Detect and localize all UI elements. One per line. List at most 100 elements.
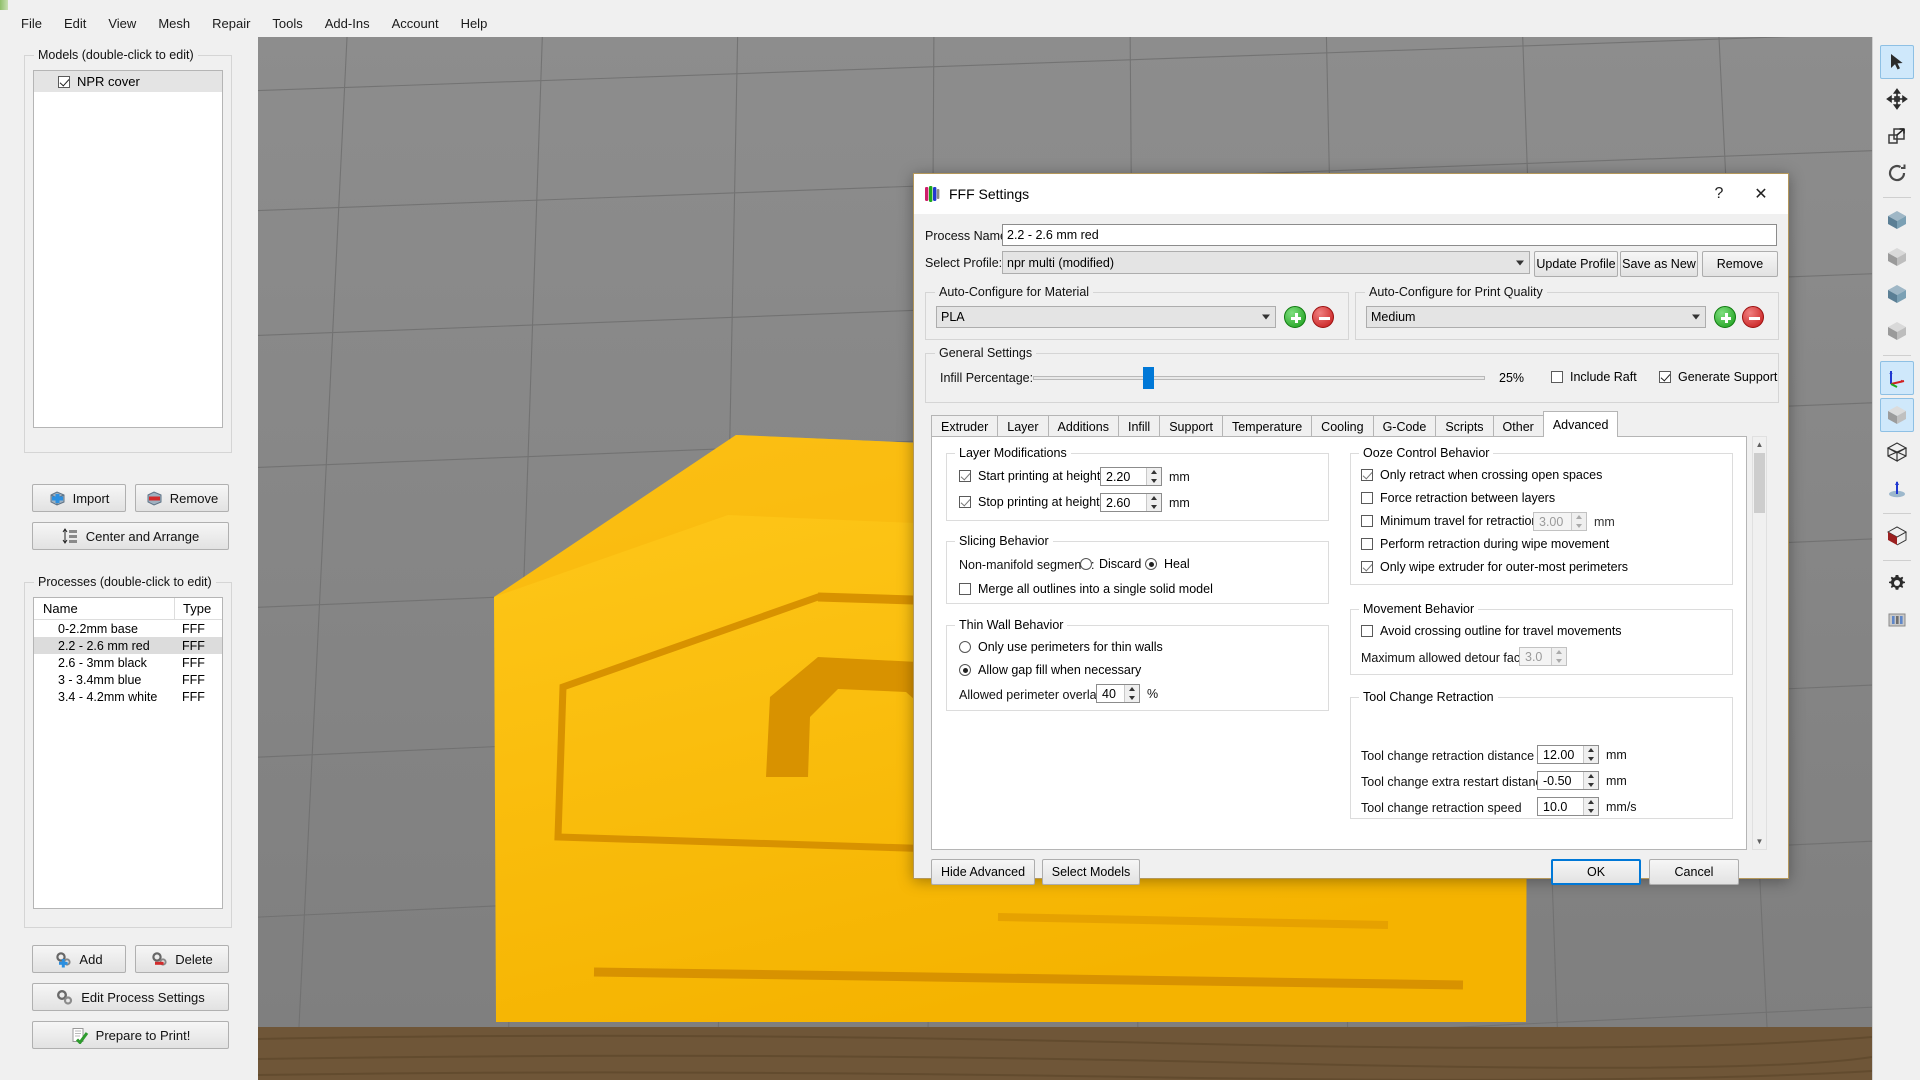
model-visibility-checkbox[interactable] bbox=[58, 76, 70, 88]
tab-other[interactable]: Other bbox=[1493, 415, 1544, 437]
cancel-button[interactable]: Cancel bbox=[1649, 859, 1739, 885]
stop-printing-height-spinner[interactable]: 2.60 bbox=[1100, 493, 1162, 512]
move-icon[interactable] bbox=[1880, 82, 1914, 116]
add-process-button[interactable]: Add bbox=[32, 945, 126, 973]
table-row[interactable]: 3 - 3.4mm blue FFF bbox=[34, 671, 222, 688]
tab-additions[interactable]: Additions bbox=[1048, 415, 1119, 437]
remove-model-button[interactable]: Remove bbox=[135, 484, 229, 512]
quality-combo[interactable]: Medium bbox=[1366, 306, 1706, 328]
perform-retraction-wipe-checkbox[interactable]: Perform retraction during wipe movement bbox=[1361, 537, 1609, 551]
nonmanifold-heal-radio[interactable]: Heal bbox=[1145, 557, 1190, 571]
spinner-arrows[interactable] bbox=[1583, 746, 1598, 763]
models-list[interactable]: NPR cover bbox=[33, 70, 223, 428]
axes-icon[interactable] bbox=[1880, 361, 1914, 395]
only-wipe-extruder-checkbox[interactable]: Only wipe extruder for outer-most perime… bbox=[1361, 560, 1628, 574]
merge-outlines-checkbox[interactable]: Merge all outlines into a single solid m… bbox=[959, 582, 1213, 596]
minimum-travel-spinner[interactable]: 3.00 bbox=[1533, 512, 1587, 531]
spinner-arrows[interactable] bbox=[1551, 648, 1566, 665]
spinner-arrows[interactable] bbox=[1124, 685, 1139, 702]
view-back-icon[interactable] bbox=[1880, 240, 1914, 274]
select-profile-combo[interactable]: npr multi (modified) bbox=[1002, 251, 1530, 274]
nonmanifold-discard-radio[interactable]: Discard bbox=[1080, 557, 1141, 571]
view-right-icon[interactable] bbox=[1880, 314, 1914, 348]
remove-material-button[interactable] bbox=[1312, 306, 1334, 328]
center-and-arrange-button[interactable]: Center and Arrange bbox=[32, 522, 229, 550]
spinner-arrows[interactable] bbox=[1146, 468, 1161, 485]
prepare-to-print-button[interactable]: Prepare to Print! bbox=[32, 1021, 229, 1049]
extruder-icon[interactable] bbox=[1880, 603, 1914, 637]
scroll-up-arrow[interactable]: ▲ bbox=[1753, 437, 1766, 452]
generate-support-checkbox[interactable]: Generate Support bbox=[1659, 370, 1777, 384]
hide-advanced-button[interactable]: Hide Advanced bbox=[931, 859, 1035, 885]
menu-help[interactable]: Help bbox=[450, 12, 499, 35]
scroll-down-arrow[interactable]: ▼ bbox=[1753, 834, 1766, 849]
minimum-travel-checkbox[interactable]: Minimum travel for retraction bbox=[1361, 514, 1538, 528]
menu-tools[interactable]: Tools bbox=[261, 12, 313, 35]
perimeter-overlap-spinner[interactable]: 40 bbox=[1096, 684, 1140, 703]
view-left-icon[interactable] bbox=[1880, 277, 1914, 311]
start-printing-at-height-checkbox[interactable]: Start printing at height bbox=[959, 469, 1100, 483]
tool-change-restart-spinner[interactable]: -0.50 bbox=[1537, 771, 1599, 790]
tab-layer[interactable]: Layer bbox=[997, 415, 1048, 437]
material-combo[interactable]: PLA bbox=[936, 306, 1276, 328]
scrollbar-thumb[interactable] bbox=[1754, 453, 1765, 513]
select-arrow-icon[interactable] bbox=[1880, 45, 1914, 79]
normals-icon[interactable] bbox=[1880, 472, 1914, 506]
solid-view-icon[interactable] bbox=[1880, 398, 1914, 432]
tab-temperature[interactable]: Temperature bbox=[1222, 415, 1312, 437]
save-as-new-button[interactable]: Save as New bbox=[1620, 251, 1698, 277]
dialog-title-bar[interactable]: FFF Settings ? ✕ bbox=[914, 174, 1788, 214]
spinner-arrows[interactable] bbox=[1583, 798, 1598, 815]
tool-change-distance-spinner[interactable]: 12.00 bbox=[1537, 745, 1599, 764]
force-retraction-checkbox[interactable]: Force retraction between layers bbox=[1361, 491, 1555, 505]
tab-scripts[interactable]: Scripts bbox=[1435, 415, 1493, 437]
select-models-button[interactable]: Select Models bbox=[1042, 859, 1140, 885]
menu-repair[interactable]: Repair bbox=[201, 12, 261, 35]
detour-factor-spinner[interactable]: 3.0 bbox=[1519, 647, 1567, 666]
tab-infill[interactable]: Infill bbox=[1118, 415, 1160, 437]
add-quality-button[interactable] bbox=[1714, 306, 1736, 328]
table-row[interactable]: 2.2 - 2.6 mm red FFF bbox=[34, 637, 222, 654]
delete-process-button[interactable]: Delete bbox=[135, 945, 229, 973]
close-icon[interactable]: ✕ bbox=[1740, 179, 1782, 209]
slider-thumb[interactable] bbox=[1143, 367, 1154, 389]
only-perimeters-radio[interactable]: Only use perimeters for thin walls bbox=[959, 640, 1163, 654]
menu-file[interactable]: File bbox=[10, 12, 53, 35]
tab-support[interactable]: Support bbox=[1159, 415, 1223, 437]
table-row[interactable]: 2.6 - 3mm black FFF bbox=[34, 654, 222, 671]
update-profile-button[interactable]: Update Profile bbox=[1534, 251, 1618, 277]
allow-gap-fill-radio[interactable]: Allow gap fill when necessary bbox=[959, 663, 1141, 677]
processes-list[interactable]: Name Type 0-2.2mm base FFF 2.2 - 2.6 mm … bbox=[33, 597, 223, 909]
list-item[interactable]: NPR cover bbox=[34, 71, 222, 92]
table-row[interactable]: 3.4 - 4.2mm white FFF bbox=[34, 688, 222, 705]
tab-advanced[interactable]: Advanced bbox=[1543, 411, 1619, 437]
menu-view[interactable]: View bbox=[97, 12, 147, 35]
rotate-icon[interactable] bbox=[1880, 156, 1914, 190]
menu-account[interactable]: Account bbox=[381, 12, 450, 35]
wireframe-icon[interactable] bbox=[1880, 435, 1914, 469]
start-printing-height-spinner[interactable]: 2.20 bbox=[1100, 467, 1162, 486]
spinner-arrows[interactable] bbox=[1583, 772, 1598, 789]
menu-addins[interactable]: Add-Ins bbox=[314, 12, 381, 35]
tab-panel-scrollbar[interactable]: ▲ ▼ bbox=[1752, 436, 1767, 850]
only-retract-crossing-checkbox[interactable]: Only retract when crossing open spaces bbox=[1361, 468, 1602, 482]
import-button[interactable]: Import bbox=[32, 484, 126, 512]
cross-section-icon[interactable] bbox=[1880, 519, 1914, 553]
menu-mesh[interactable]: Mesh bbox=[147, 12, 201, 35]
remove-quality-button[interactable] bbox=[1742, 306, 1764, 328]
edit-process-settings-button[interactable]: Edit Process Settings bbox=[32, 983, 229, 1011]
settings-gear-icon[interactable] bbox=[1880, 566, 1914, 600]
help-button[interactable]: ? bbox=[1698, 179, 1740, 209]
scale-icon[interactable] bbox=[1880, 119, 1914, 153]
tool-change-speed-spinner[interactable]: 10.0 bbox=[1537, 797, 1599, 816]
table-row[interactable]: 0-2.2mm base FFF bbox=[34, 620, 222, 637]
spinner-arrows[interactable] bbox=[1571, 513, 1586, 530]
stop-printing-at-height-checkbox[interactable]: Stop printing at height bbox=[959, 495, 1100, 509]
infill-percentage-slider[interactable] bbox=[1033, 367, 1485, 389]
add-material-button[interactable] bbox=[1284, 306, 1306, 328]
spinner-arrows[interactable] bbox=[1146, 494, 1161, 511]
menu-edit[interactable]: Edit bbox=[53, 12, 97, 35]
avoid-crossing-outline-checkbox[interactable]: Avoid crossing outline for travel moveme… bbox=[1361, 624, 1622, 638]
tab-gcode[interactable]: G-Code bbox=[1373, 415, 1437, 437]
tab-extruder[interactable]: Extruder bbox=[931, 415, 998, 437]
